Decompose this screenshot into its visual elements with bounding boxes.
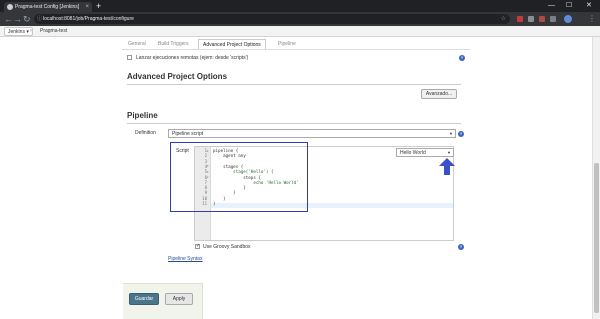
tab-build-triggers[interactable]: Build Triggers [158,39,189,49]
advanced-button[interactable]: Avanzado... [421,89,457,99]
save-button[interactable]: Guardar [129,293,159,305]
forward-icon[interactable]: → [13,13,22,25]
groovy-sandbox-checkbox[interactable] [195,243,200,249]
browser-tab[interactable]: Pragma-test Config [Jenkins] × [4,2,92,12]
jenkins-favicon-icon [7,4,13,10]
tab-advanced-project-options[interactable]: Advanced Project Options [198,39,266,49]
new-tab-button[interactable]: + [96,1,101,11]
help-icon[interactable]: ? [459,55,465,61]
profile-avatar[interactable] [564,15,572,23]
remote-trigger-label: Lanzar ejecuciones remotas (ejem: desde … [136,55,249,61]
chevron-down-icon: ▼ [447,150,451,155]
reload-icon[interactable]: ↻ [23,13,31,25]
extension-icon[interactable] [539,16,545,22]
breadcrumb: Jenkins ▾ › Pragma-test [0,26,600,37]
tab-divider [122,49,470,50]
minimize-icon[interactable]: — [548,0,555,11]
extension-red-icon[interactable] [517,16,523,22]
help-icon[interactable]: ? [458,244,464,250]
tab-title: Pragma-test Config [Jenkins] [15,4,80,10]
remote-trigger-checkbox[interactable] [127,55,132,60]
bookmark-star-icon[interactable]: ☆ [501,14,506,24]
sample-script-select[interactable]: Hello World ▼ [396,148,454,157]
browser-toolbar: ← → ↻ ⓘ localhost:8081/job/Pragma-test/c… [0,12,600,26]
advanced-options-heading: Advanced Project Options [127,72,228,81]
right-gutter [472,37,592,319]
pipeline-heading: Pipeline [127,111,158,120]
apply-button[interactable]: Apply [165,293,193,305]
definition-select[interactable]: Pipeline script ▼ [168,129,456,138]
help-icon[interactable]: ? [458,131,464,137]
tab-close-icon[interactable]: × [85,2,89,12]
pipeline-syntax-link[interactable]: Pipeline Syntax [168,256,202,262]
breadcrumb-job[interactable]: Pragma-test [40,26,67,37]
breadcrumb-jenkins[interactable]: Jenkins ▾ [4,27,33,36]
extension-puzzle-icon[interactable] [550,16,556,22]
groovy-sandbox-label: Use Groovy Sandbox [203,244,251,250]
browser-tabstrip: Pragma-test Config [Jenkins] × + — ☐ ✕ [0,0,600,12]
chevron-down-icon: ▼ [449,131,453,136]
annotation-arrow-up-icon [439,158,455,175]
site-info-icon[interactable]: ⓘ [37,14,42,24]
window-close-icon[interactable]: ✕ [586,0,592,11]
scrollbar-thumb[interactable] [594,163,599,313]
form-action-bar: Guardar Apply [123,283,203,319]
address-bar[interactable]: ⓘ localhost:8081/job/Pragma-test/configu… [34,14,510,24]
back-icon[interactable]: ← [4,13,13,25]
tab-general[interactable]: General [128,39,146,49]
section-divider [127,84,461,85]
tab-pipeline[interactable]: Pipeline [278,39,296,49]
section-divider [127,123,461,124]
url-text: localhost:8081/job/Pragma-test/configure [43,16,134,22]
browser-menu-icon[interactable]: ⋮ [588,13,596,25]
left-gutter [0,37,118,319]
definition-label: Definition [135,130,156,136]
maximize-icon[interactable]: ☐ [566,0,572,11]
page-scrollbar[interactable] [592,37,600,319]
extension-grey-icon[interactable] [528,16,534,22]
breadcrumb-separator-icon: › [30,28,32,34]
annotation-highlight-box [170,142,308,212]
